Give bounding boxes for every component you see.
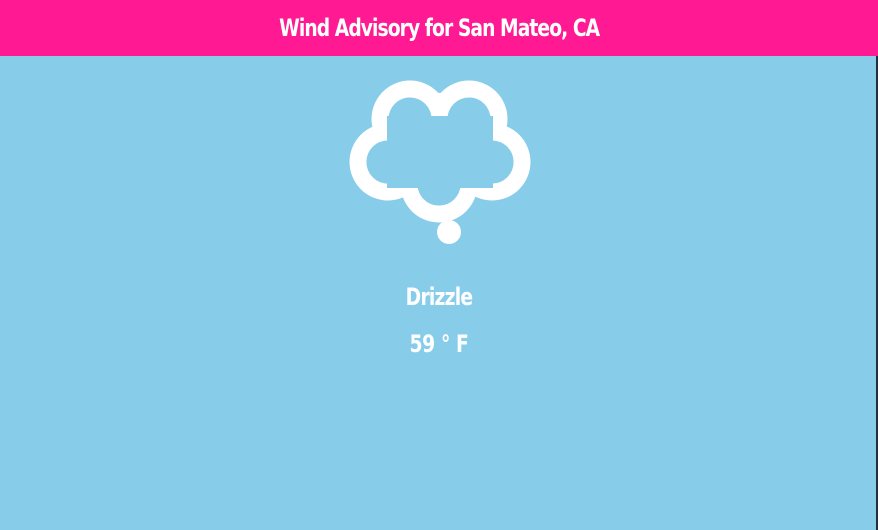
advisory-title: Wind Advisory for San Mateo, CA <box>278 14 600 42</box>
advisory-header: Wind Advisory for San Mateo, CA <box>0 0 878 56</box>
temperature-readout: 59 ° F <box>409 330 469 358</box>
weather-condition: Drizzle <box>405 283 473 311</box>
drizzle-cloud-icon <box>349 80 531 244</box>
